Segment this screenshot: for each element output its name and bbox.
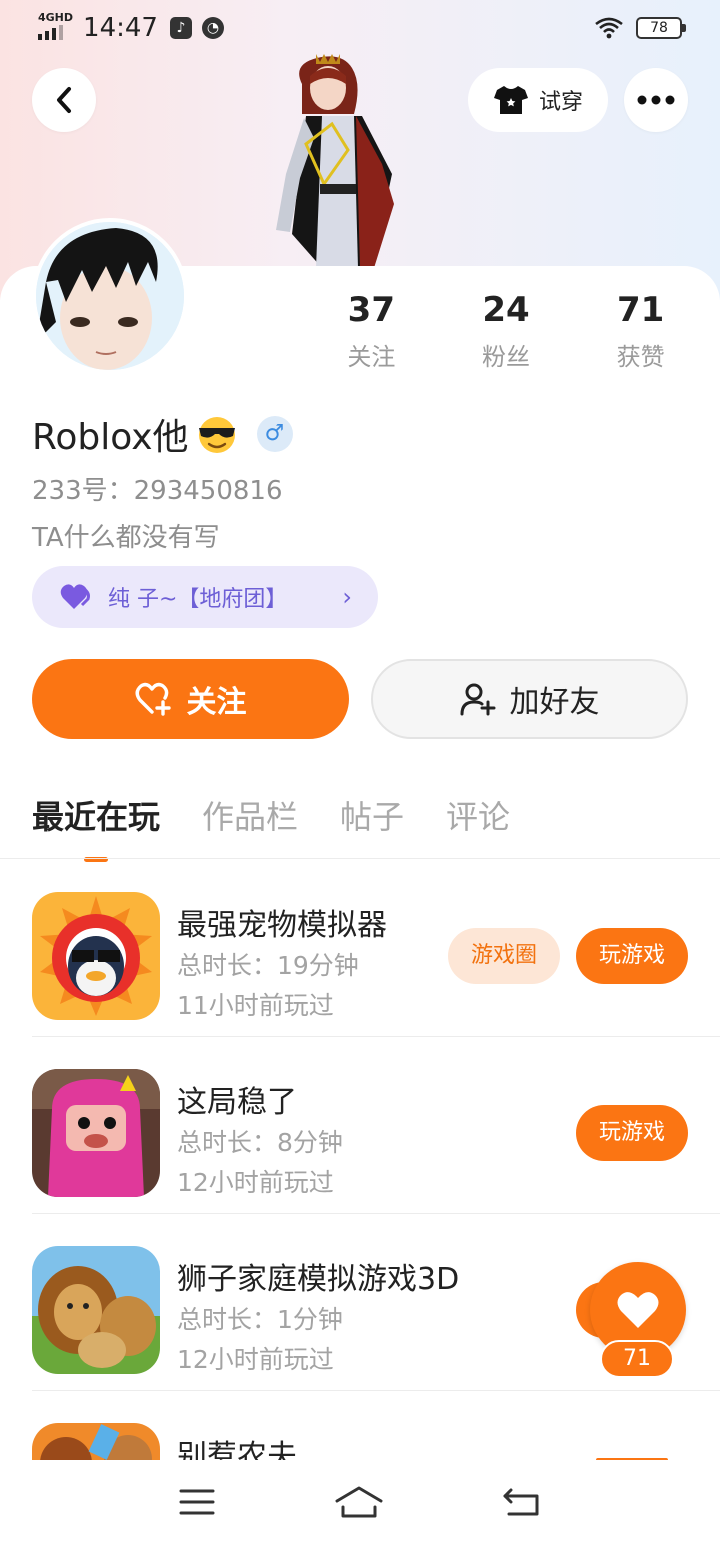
chevron-left-icon (57, 87, 71, 113)
add-user-icon (460, 683, 495, 716)
back-button[interactable] (32, 68, 96, 132)
back-nav-icon[interactable] (503, 1486, 541, 1518)
more-options-button[interactable] (624, 68, 688, 132)
play-game-button[interactable]: 玩游戏 (576, 928, 688, 984)
status-time: 14:47 (83, 13, 158, 43)
tshirt-icon (493, 86, 528, 114)
list-item[interactable]: 最强宠物模拟器 总时长：19分钟 11小时前玩过 游戏圈 玩游戏 (0, 860, 720, 1037)
list-item[interactable]: 这局稳了 总时长：8分钟 12小时前玩过 玩游戏 (0, 1037, 720, 1214)
network-indicator: 4GHD (38, 12, 73, 40)
following-count: 37 (347, 290, 395, 330)
username: Roblox他 (32, 417, 189, 458)
stat-likes[interactable]: 71 获赞 (573, 290, 708, 372)
profile-stats: 37 关注 24 粉丝 71 获赞 (304, 290, 708, 372)
play-game-button[interactable]: 玩游戏 (576, 1105, 688, 1161)
game-last-played: 12小时前玩过 (177, 1168, 334, 1197)
tab-posts[interactable]: 帖子 (340, 792, 404, 860)
game-name: 别惹农夫 (177, 1439, 297, 1460)
game-name: 狮子家庭模拟游戏3D (177, 1262, 460, 1297)
system-nav-bar (0, 1460, 720, 1544)
home-icon[interactable] (334, 1485, 384, 1519)
stat-following[interactable]: 37 关注 (304, 290, 439, 372)
network-type: 4GHD (38, 11, 74, 24)
battery-icon: 78 (636, 17, 686, 39)
game-name: 最强宠物模拟器 (177, 908, 387, 943)
heart-icon (617, 1292, 659, 1328)
stat-followers[interactable]: 24 粉丝 (439, 290, 574, 372)
male-gender-icon: ♂ (256, 416, 293, 452)
add-friend-button[interactable]: 加好友 (371, 659, 688, 739)
heart-badge-icon (60, 584, 90, 609)
likes-count: 71 (617, 290, 665, 330)
game-last-played: 11小时前玩过 (177, 991, 334, 1020)
menu-icon[interactable] (179, 1487, 215, 1517)
group-name: 纯 子~【地府团】 (108, 587, 288, 612)
user-avatar[interactable] (32, 218, 188, 374)
game-circle-button[interactable]: 游戏圈 (448, 928, 560, 984)
follow-button[interactable]: 关注 (32, 659, 349, 739)
game-icon-steady (32, 1069, 160, 1197)
chevron-right-icon: › (342, 583, 352, 611)
signal-icon (38, 25, 73, 40)
profile-tabs: 最近在玩 作品栏 帖子 评论 (32, 792, 510, 862)
user-bio: TA什么都没有写 (32, 523, 220, 553)
group-chip[interactable]: 纯 子~【地府团】 › (32, 566, 378, 628)
tab-works[interactable]: 作品栏 (202, 792, 298, 860)
heart-plus-icon (135, 682, 171, 716)
tiktok-notification-icon: ♪ (169, 17, 192, 39)
game-icon-pet-simulator (32, 892, 160, 1020)
tab-recently-played[interactable]: 最近在玩 (32, 792, 160, 862)
followers-count: 24 (482, 290, 530, 330)
username-row: Roblox他 ♂ (32, 408, 293, 460)
try-on-label: 试穿 (538, 90, 583, 115)
user-id[interactable]: 233号：293450816 (32, 470, 283, 507)
follow-label: 关注 (186, 685, 247, 720)
game-duration: 总时长：1分钟 (177, 1305, 343, 1334)
like-count-badge: 71 (600, 1340, 674, 1378)
following-label: 关注 (347, 342, 396, 371)
game-icon-farmer (32, 1423, 160, 1460)
tab-divider (0, 858, 720, 859)
try-on-button[interactable]: 试穿 (468, 68, 608, 132)
sunglasses-emoji-icon (198, 417, 235, 453)
followers-label: 粉丝 (482, 342, 530, 371)
more-dots-icon (637, 95, 675, 105)
game-duration: 总时长：19分钟 (177, 951, 359, 980)
tab-comments[interactable]: 评论 (446, 792, 510, 860)
wifi-icon (595, 17, 623, 39)
app-notification-icon: ◔ (201, 17, 224, 39)
status-bar: 4GHD 14:47 ♪ ◔ 78 (0, 0, 720, 56)
add-friend-label: 加好友 (509, 685, 600, 720)
game-last-played: 12小时前玩过 (177, 1345, 334, 1374)
list-item[interactable]: 别惹农夫 (0, 1391, 720, 1460)
game-duration: 总时长：8分钟 (177, 1128, 343, 1157)
game-name: 这局稳了 (177, 1085, 297, 1120)
avatar-3d-character (276, 54, 394, 268)
game-icon-lion-family (32, 1246, 160, 1374)
likes-label: 获赞 (616, 342, 665, 371)
avatar-image (36, 222, 184, 370)
